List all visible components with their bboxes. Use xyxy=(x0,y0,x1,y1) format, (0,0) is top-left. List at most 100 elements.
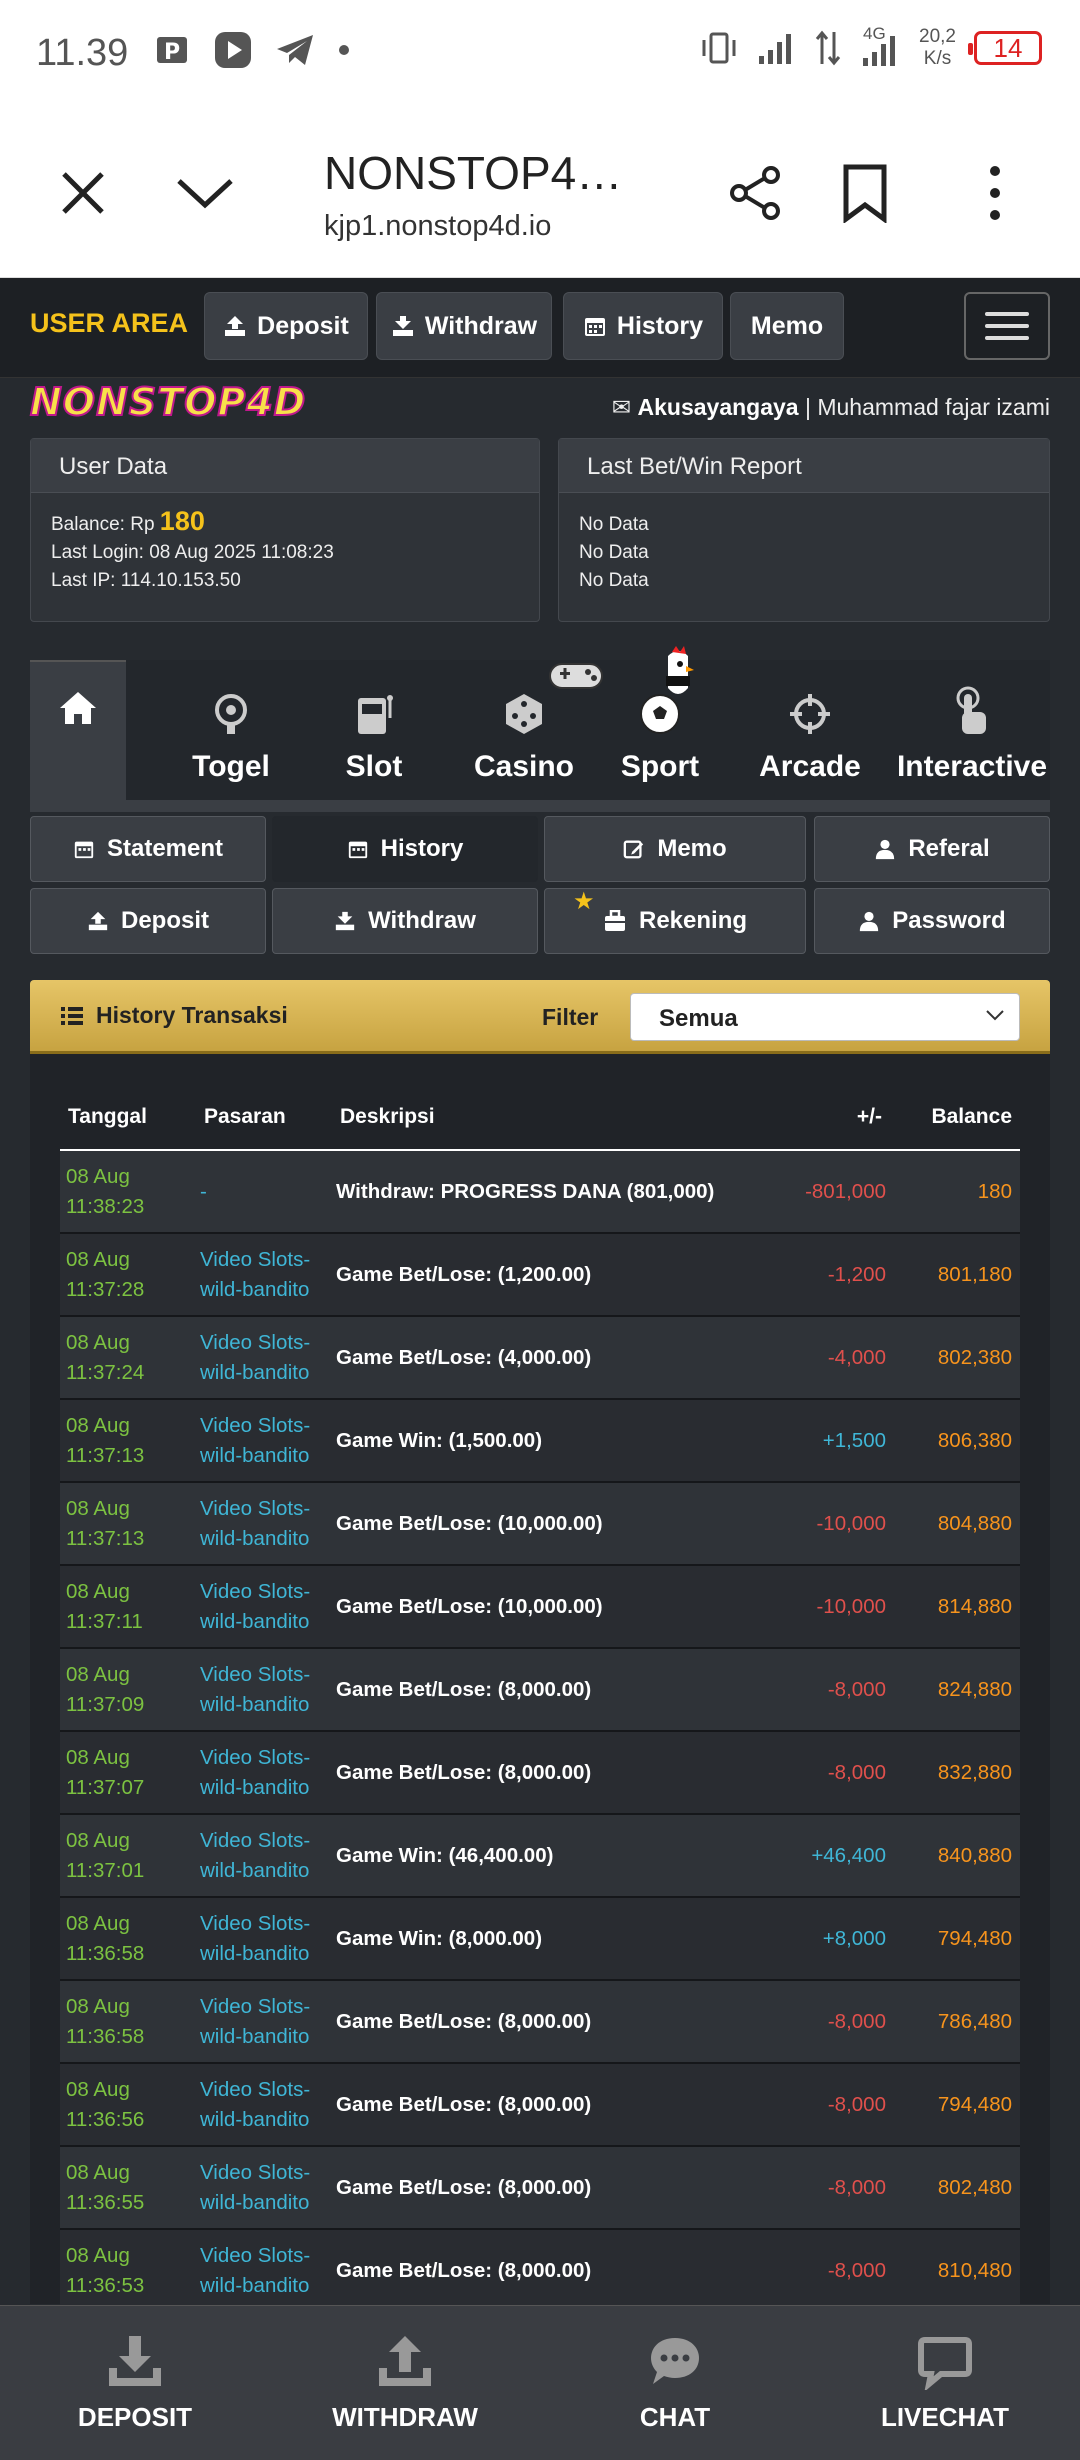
calendar-icon xyxy=(74,841,94,859)
site-navbar: USER AREA Deposit Withdraw History Memo xyxy=(0,278,1080,378)
bottom-chat-button[interactable]: CHAT xyxy=(540,2306,810,2460)
livechat-icon xyxy=(918,2337,972,2390)
cell-pasaran[interactable]: Video Slots-wild-bandito xyxy=(196,1731,332,1815)
tab-deposit[interactable]: Deposit xyxy=(30,888,266,954)
col-pasaran[interactable]: Pasaran xyxy=(196,1084,332,1151)
bottom-livechat-button[interactable]: LIVECHAT xyxy=(810,2306,1080,2460)
nav-withdraw-button[interactable]: Withdraw xyxy=(376,292,552,360)
cell-pasaran[interactable]: Video Slots-wild-bandito xyxy=(196,1233,332,1317)
cell-date: 08 Aug 11:37:11 xyxy=(60,1565,196,1649)
cell-date: 08 Aug 11:36:55 xyxy=(60,2146,196,2230)
cell-date-time: 11:36:58 xyxy=(66,1941,145,1965)
user-area-link[interactable]: USER AREA xyxy=(30,308,188,339)
briefcase-icon xyxy=(604,910,625,931)
cell-date: 08 Aug 11:36:58 xyxy=(60,1897,196,1981)
cell-pasaran[interactable]: Video Slots-wild-bandito xyxy=(196,1648,332,1732)
col-deskripsi[interactable]: Deskripsi xyxy=(332,1084,790,1151)
envelope-icon[interactable]: ✉ xyxy=(612,394,631,420)
filter-select[interactable]: Semua xyxy=(630,993,1020,1041)
cell-date-time: 11:37:28 xyxy=(66,1277,145,1301)
more-vert-icon[interactable] xyxy=(960,158,1030,228)
site-logo[interactable]: NONSTOP4D xyxy=(29,379,306,425)
cell-pasaran[interactable]: Video Slots-wild-bandito xyxy=(196,1482,332,1566)
cell-amount: -8,000 xyxy=(790,2063,890,2147)
play-icon xyxy=(215,32,251,68)
cell-pasaran-line1: Video Slots- xyxy=(200,1911,311,1935)
cell-pasaran-line2: wild-bandito xyxy=(200,1692,310,1716)
bottom-withdraw-button[interactable]: WITHDRAW xyxy=(270,2306,540,2460)
cell-pasaran[interactable]: Video Slots-wild-bandito xyxy=(196,1565,332,1649)
cell-amount: -10,000 xyxy=(790,1482,890,1566)
tab-history[interactable]: History xyxy=(272,816,538,882)
share-icon[interactable] xyxy=(720,158,790,228)
hamburger-menu-icon[interactable] xyxy=(964,292,1050,360)
cell-date: 08 Aug 11:37:13 xyxy=(60,1399,196,1483)
nav-history-button[interactable]: History xyxy=(563,292,723,360)
url-text[interactable]: kjp1.nonstop4d.io xyxy=(324,210,551,243)
cell-pasaran[interactable]: Video Slots-wild-bandito xyxy=(196,1980,332,2064)
col-amount[interactable]: +/- xyxy=(790,1084,890,1151)
cell-date: 08 Aug 11:37:01 xyxy=(60,1814,196,1898)
cell-pasaran[interactable]: Video Slots-wild-bandito xyxy=(196,2146,332,2230)
history-title-label: History Transaksi xyxy=(96,1002,288,1028)
table-row: 08 Aug 11:36:56 Video Slots-wild-bandito Ga… xyxy=(60,2063,1020,2147)
category-arcade[interactable]: Arcade xyxy=(730,660,890,800)
history-header: History Transaksi Filter Semua xyxy=(30,980,1050,1054)
cell-pasaran[interactable]: Video Slots-wild-bandito xyxy=(196,1814,332,1898)
tab-rekening[interactable]: ★ Rekening xyxy=(544,888,806,954)
svg-text:P: P xyxy=(164,40,180,65)
cell-pasaran[interactable]: Video Slots-wild-bandito xyxy=(196,1316,332,1400)
cell-pasaran-line1: Video Slots- xyxy=(200,1994,311,2018)
cell-pasaran-line1: Video Slots- xyxy=(200,2243,311,2267)
tab-deposit-label: Deposit xyxy=(120,907,209,934)
cell-pasaran[interactable]: Video Slots-wild-bandito xyxy=(196,1897,332,1981)
cell-balance: 814,880 xyxy=(890,1565,1020,1649)
cell-pasaran-line2: wild-bandito xyxy=(200,2107,310,2131)
nav-deposit-label: Deposit xyxy=(257,311,349,340)
cell-pasaran[interactable]: - xyxy=(196,1150,332,1234)
cell-date-day: 08 Aug xyxy=(66,1164,130,1188)
category-togel[interactable]: Togel xyxy=(156,660,306,800)
tab-referal[interactable]: Referal xyxy=(814,816,1050,882)
bottom-deposit-button[interactable]: DEPOSIT xyxy=(0,2306,270,2460)
nav-memo-label: Memo xyxy=(750,311,824,340)
cell-balance: 840,880 xyxy=(890,1814,1020,1898)
cell-date-time: 11:37:13 xyxy=(66,1443,145,1467)
cell-amount: -10,000 xyxy=(790,1565,890,1649)
close-icon[interactable] xyxy=(48,158,118,228)
cell-date-time: 11:36:55 xyxy=(66,2190,145,2214)
cell-pasaran-line2: wild-bandito xyxy=(200,1858,310,1882)
nav-deposit-button[interactable]: Deposit xyxy=(204,292,368,360)
col-tanggal[interactable]: Tanggal xyxy=(60,1084,196,1151)
tab-memo[interactable]: Memo xyxy=(544,816,806,882)
cell-balance: 824,880 xyxy=(890,1648,1020,1732)
gamepad-icon xyxy=(549,663,603,689)
bookmark-icon[interactable] xyxy=(830,158,900,228)
tab-password[interactable]: Password xyxy=(814,888,1050,954)
cell-date-day: 08 Aug xyxy=(66,1579,130,1603)
category-slot[interactable]: Slot xyxy=(314,660,434,800)
cell-pasaran[interactable]: Video Slots-wild-bandito xyxy=(196,2229,332,2313)
category-interactive[interactable]: Interactive xyxy=(872,660,1072,800)
tab-history-label: History xyxy=(380,835,464,862)
upload-icon xyxy=(379,2336,431,2386)
chevron-down-icon[interactable] xyxy=(170,158,240,228)
nav-withdraw-label: Withdraw xyxy=(424,311,538,340)
category-home[interactable] xyxy=(30,660,126,800)
nav-memo-button[interactable]: Memo xyxy=(730,292,844,360)
network-type: 4G xyxy=(863,24,886,43)
battery-icon: 14 xyxy=(968,31,1042,65)
cell-pasaran[interactable]: Video Slots-wild-bandito xyxy=(196,2063,332,2147)
tab-statement[interactable]: Statement xyxy=(30,816,266,882)
user-data-title: User Data xyxy=(31,439,539,493)
chevron-down-icon xyxy=(986,1010,1004,1021)
edit-icon xyxy=(624,840,644,859)
slot-machine-icon xyxy=(358,695,393,734)
cell-balance: 786,480 xyxy=(890,1980,1020,2064)
tab-withdraw[interactable]: Withdraw xyxy=(272,888,538,954)
table-row: 08 Aug 11:37:01 Video Slots-wild-bandito Ga… xyxy=(60,1814,1020,1898)
cell-pasaran[interactable]: Video Slots-wild-bandito xyxy=(196,1399,332,1483)
filter-label: Filter xyxy=(542,1004,599,1030)
col-balance[interactable]: Balance xyxy=(890,1084,1020,1151)
system-icons: 4G 20,2 K/s 14 xyxy=(699,24,1042,70)
